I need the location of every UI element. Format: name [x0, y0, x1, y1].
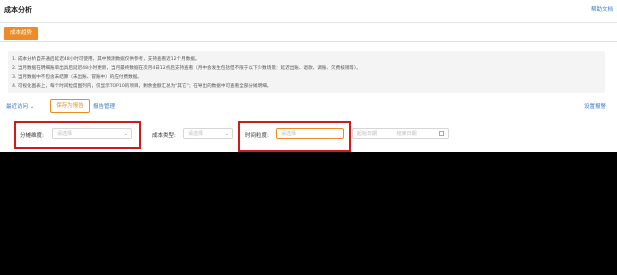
cost-analysis-page: 成本分析 帮助文档 成本趋势 1. 成本分析自开通后延迟48小时可使用，其中预测… [0, 0, 617, 152]
cost-type-label: 成本类型: [152, 133, 176, 139]
highlight-box-dimension [14, 121, 141, 149]
tab-bar: 成本趋势 [0, 26, 617, 42]
calendar-icon [439, 131, 444, 136]
save-as-report-button[interactable]: 保存为报告 [50, 99, 90, 113]
cost-type-select[interactable]: 请选择 ⌄ [183, 128, 233, 139]
page-title: 成本分析 [4, 6, 32, 14]
recent-visits-dropdown[interactable]: 最近访问 ⌄ [6, 102, 34, 110]
header-divider [0, 22, 617, 23]
date-start-placeholder: 起始日期 [357, 131, 378, 137]
date-end-placeholder: 结束日期 [396, 131, 417, 137]
cost-type-placeholder: 请选择 [188, 131, 204, 137]
toolbar: 最近访问 ⌄ 保存为报告 报告管理 设置报警 [0, 99, 617, 113]
chevron-down-icon: ⌄ [224, 131, 229, 137]
highlight-box-time-granularity [238, 121, 351, 152]
date-range-picker[interactable]: 起始日期 结束日期 [352, 128, 449, 139]
redacted-area [0, 152, 617, 275]
notice-line: 4. 可视化图表上，每个时间粒度图列内，仅显示TOP10的项目，剩余金额汇总为"… [12, 84, 272, 89]
help-doc-link[interactable]: 帮助文档 [591, 5, 613, 13]
notice-line: 2. 当月数据在明细账单出具后延迟48小时更新，当月最终数据在次月4日12点后支… [12, 66, 361, 71]
tab-cost-trend[interactable]: 成本趋势 [4, 27, 38, 40]
alert-settings-link[interactable]: 设置报警 [584, 102, 606, 110]
notice-box: 1. 成本分析自开通后延迟48小时可使用，其中预测数据仅供参考，支持查看近12个… [8, 51, 605, 93]
notice-line: 1. 成本分析自开通后延迟48小时可使用，其中预测数据仅供参考，支持查看近12个… [12, 57, 200, 62]
notice-line: 3. 当月数据中不包含未结算（未出账、冒账中）的应付费数据。 [12, 75, 142, 80]
report-manage-link[interactable]: 报告管理 [93, 102, 115, 110]
